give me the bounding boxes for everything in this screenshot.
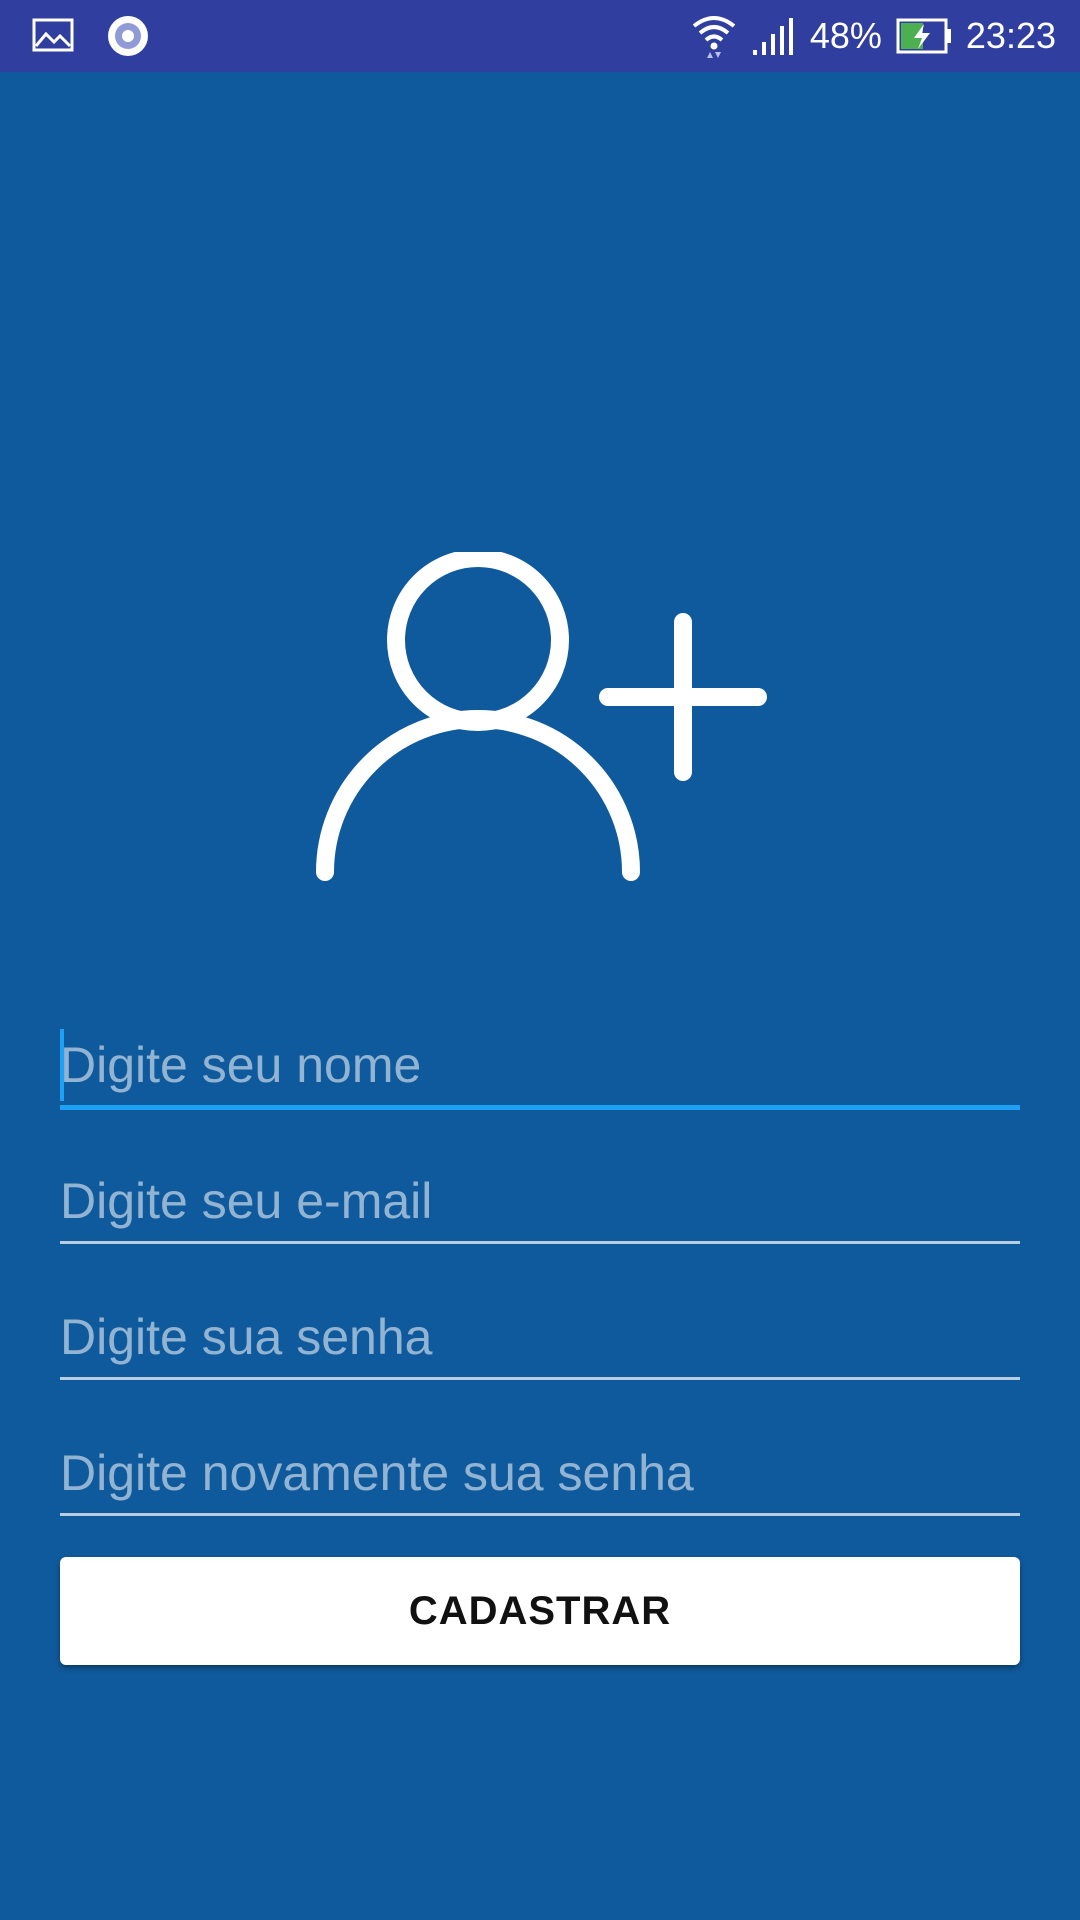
signup-screen: CADASTRAR bbox=[0, 72, 1080, 1920]
battery-percent: 48% bbox=[809, 15, 882, 56]
name-field[interactable] bbox=[60, 1025, 1020, 1110]
clock: 23:23 bbox=[965, 15, 1056, 56]
email-field[interactable] bbox=[60, 1161, 1020, 1244]
confirm-password-field[interactable] bbox=[60, 1433, 1020, 1516]
name-input[interactable] bbox=[60, 1025, 1020, 1105]
status-bar-right: 48% 23:23 bbox=[690, 0, 1056, 72]
signal-icon bbox=[752, 18, 793, 55]
password-input[interactable] bbox=[60, 1297, 1020, 1377]
status-bar: 48% 23:23 bbox=[0, 0, 1080, 72]
confirm-password-input[interactable] bbox=[60, 1433, 1020, 1513]
email-input[interactable] bbox=[60, 1161, 1020, 1241]
add-user-icon bbox=[316, 552, 767, 881]
record-icon bbox=[108, 16, 148, 56]
password-field[interactable] bbox=[60, 1297, 1020, 1380]
text-cursor bbox=[60, 1029, 64, 1101]
battery-charging-icon bbox=[896, 18, 951, 54]
gallery-icon bbox=[32, 18, 74, 52]
wifi-icon bbox=[692, 16, 736, 58]
status-bar-left bbox=[32, 14, 150, 58]
register-button[interactable]: CADASTRAR bbox=[60, 1557, 1020, 1665]
